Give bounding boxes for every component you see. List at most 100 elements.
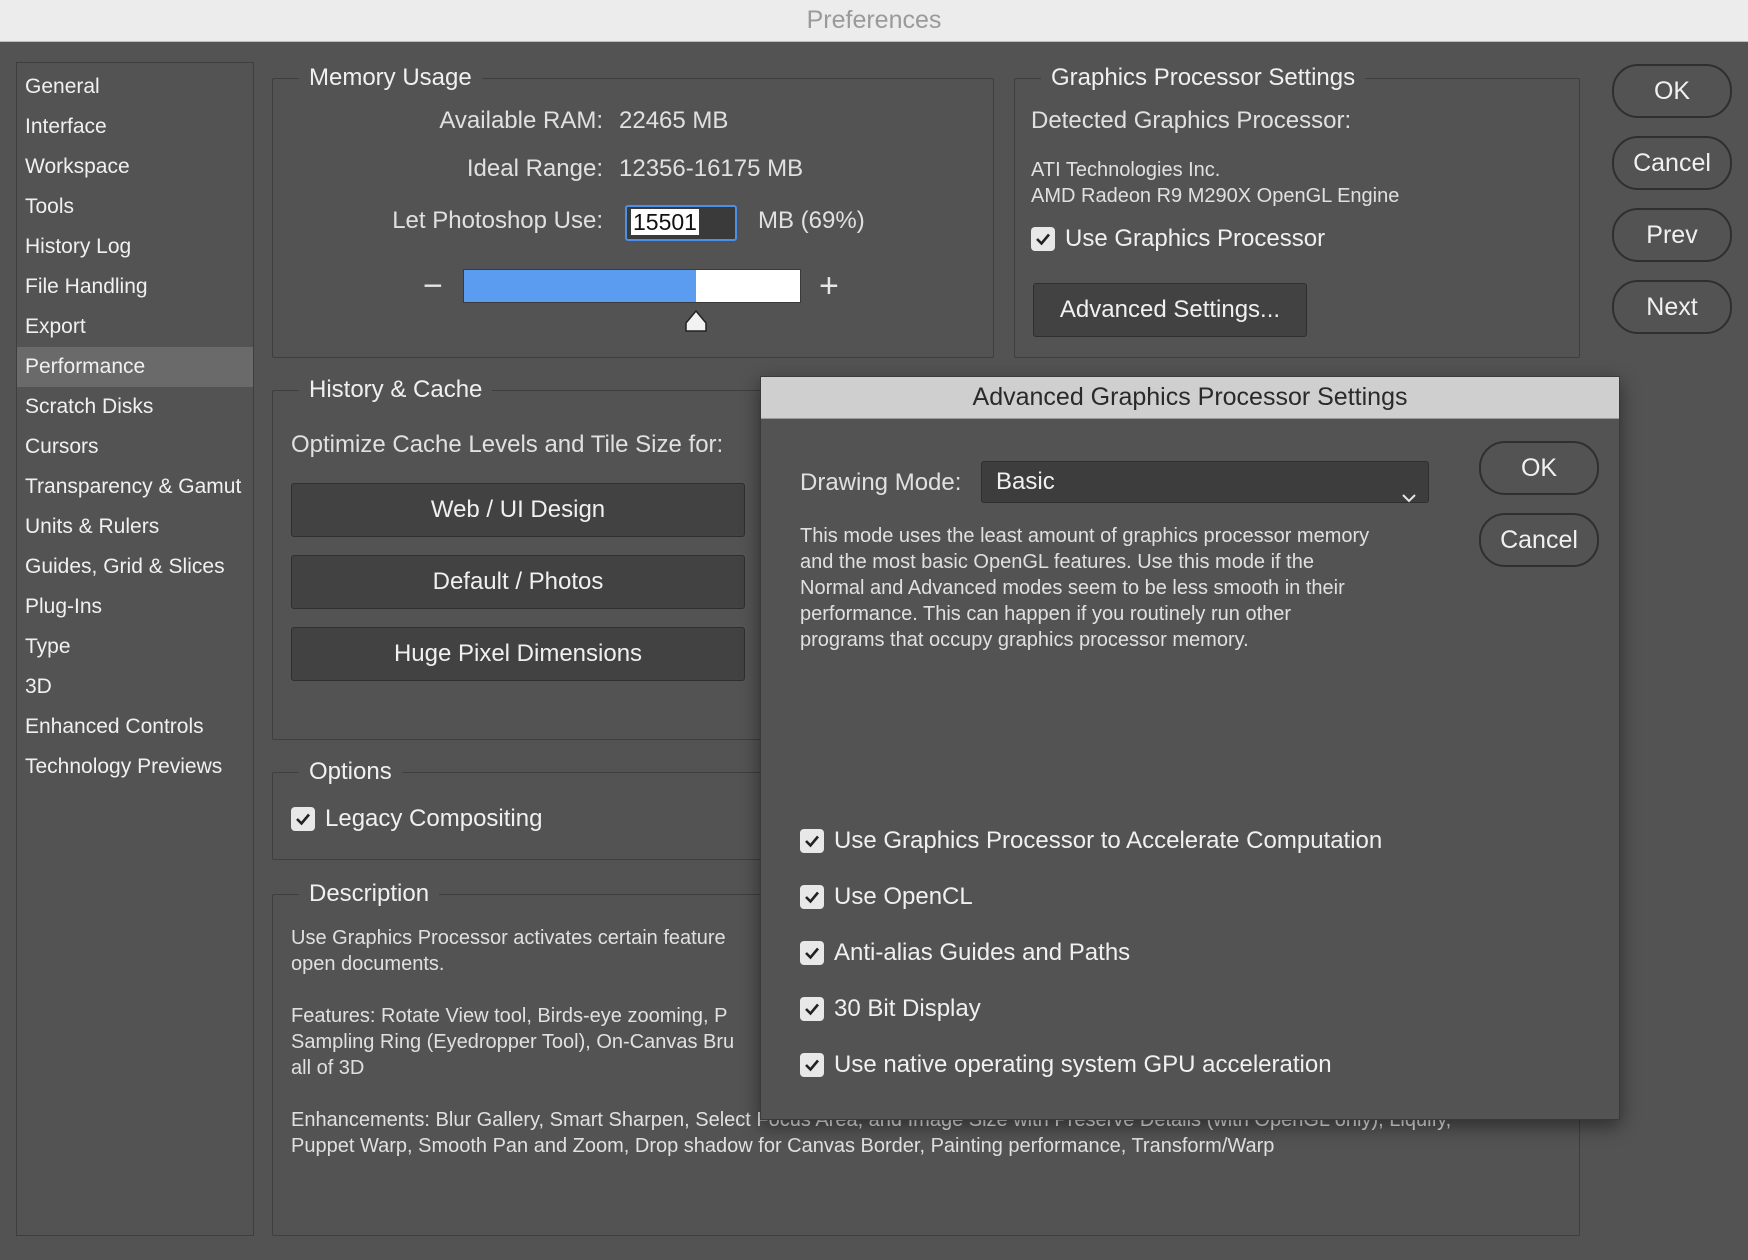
checkmark-icon [805, 1059, 819, 1072]
checkmark-icon [805, 1003, 819, 1016]
gpu-settings-title: Graphics Processor Settings [1041, 61, 1366, 95]
drawing-mode-desc-5: programs that occupy graphics processor … [800, 629, 1249, 651]
description-line-2: open documents. [291, 953, 445, 975]
huge-pixel-dimensions-button[interactable]: Huge Pixel Dimensions [291, 627, 745, 681]
sidebar-item-cursors[interactable]: Cursors [17, 427, 253, 467]
advanced-settings-button[interactable]: Advanced Settings... [1033, 283, 1307, 337]
gpu-vendor: ATI Technologies Inc. [1031, 159, 1221, 181]
dialog-title: Advanced Graphics Processor Settings [761, 377, 1619, 419]
legacy-compositing-label: Legacy Compositing [325, 805, 543, 832]
memory-slider-fill [464, 270, 696, 302]
available-ram-label: Available RAM: [439, 107, 603, 134]
sidebar-item-performance[interactable]: Performance [17, 347, 253, 387]
use-gpu-checkbox[interactable] [1031, 227, 1055, 251]
sidebar-item-technology-previews[interactable]: Technology Previews [17, 747, 253, 787]
description-line-1: Use Graphics Processor activates certain… [291, 927, 726, 949]
use-opencl-row[interactable]: Use OpenCL [800, 883, 973, 911]
sidebar-item-plug-ins[interactable]: Plug-Ins [17, 587, 253, 627]
30-bit-display-row[interactable]: 30 Bit Display [800, 995, 981, 1023]
photoshop-use-row: Let Photoshop Use: [273, 207, 603, 235]
available-ram-row: Available RAM: 22465 MB [273, 107, 728, 135]
sidebar-item-units-rulers[interactable]: Units & Rulers [17, 507, 253, 547]
sidebar-item-transparency-gamut[interactable]: Transparency & Gamut [17, 467, 253, 507]
ideal-range-value: 12356-16175 MB [619, 155, 804, 182]
decrease-memory-button[interactable]: − [423, 269, 443, 303]
native-gpu-acceleration-checkbox[interactable] [800, 1053, 824, 1077]
slider-thumb-icon [685, 309, 707, 332]
30-bit-display-label: 30 Bit Display [834, 995, 981, 1022]
cancel-button[interactable]: Cancel [1612, 136, 1732, 190]
sidebar-item-export[interactable]: Export [17, 307, 253, 347]
optimize-cache-label: Optimize Cache Levels and Tile Size for: [291, 431, 724, 458]
preferences-body: General Interface Workspace Tools Histor… [0, 42, 1748, 1260]
description-line-4: Sampling Ring (Eyedropper Tool), On-Canv… [291, 1031, 735, 1053]
gpu-model: AMD Radeon R9 M290X OpenGL Engine [1031, 185, 1400, 207]
description-title: Description [299, 877, 440, 911]
drawing-mode-desc-1: This mode uses the least amount of graph… [800, 525, 1370, 547]
sidebar-item-tools[interactable]: Tools [17, 187, 253, 227]
ok-button[interactable]: OK [1612, 64, 1732, 118]
use-opencl-checkbox[interactable] [800, 885, 824, 909]
checkmark-icon [1036, 233, 1050, 246]
sidebar-item-3d[interactable]: 3D [17, 667, 253, 707]
chevron-down-icon [1402, 476, 1416, 516]
memory-amount-input[interactable]: 15501 [625, 205, 737, 241]
next-button[interactable]: Next [1612, 280, 1732, 334]
checkmark-icon [296, 813, 310, 826]
memory-slider-track[interactable] [463, 269, 801, 303]
anti-alias-checkbox[interactable] [800, 941, 824, 965]
drawing-mode-value: Basic [996, 468, 1055, 495]
anti-alias-row[interactable]: Anti-alias Guides and Paths [800, 939, 1130, 967]
default-photos-button[interactable]: Default / Photos [291, 555, 745, 609]
use-gpu-checkbox-row[interactable]: Use Graphics Processor [1031, 225, 1325, 253]
checkmark-icon [805, 891, 819, 904]
gpu-settings-group: Graphics Processor Settings Detected Gra… [1014, 61, 1580, 358]
native-gpu-acceleration-row[interactable]: Use native operating system GPU accelera… [800, 1051, 1332, 1079]
accelerate-computation-row[interactable]: Use Graphics Processor to Accelerate Com… [800, 827, 1382, 855]
drawing-mode-desc-2: and the most basic OpenGL features. Use … [800, 551, 1314, 573]
legacy-compositing-row[interactable]: Legacy Compositing [291, 805, 542, 833]
dialog-ok-button[interactable]: OK [1479, 441, 1599, 495]
sidebar-item-general[interactable]: General [17, 67, 253, 107]
window-titlebar: Preferences [0, 0, 1748, 42]
available-ram-value: 22465 MB [619, 107, 729, 134]
drawing-mode-desc-3: Normal and Advanced modes seem to be les… [800, 577, 1345, 599]
preferences-sidebar: General Interface Workspace Tools Histor… [16, 62, 254, 1236]
memory-usage-group: Memory Usage Available RAM: 22465 MB Idea… [272, 61, 994, 358]
description-line-7: Puppet Warp, Smooth Pan and Zoom, Drop s… [291, 1135, 1275, 1157]
sidebar-item-history-log[interactable]: History Log [17, 227, 253, 267]
checkmark-icon [805, 947, 819, 960]
sidebar-item-interface[interactable]: Interface [17, 107, 253, 147]
sidebar-item-type[interactable]: Type [17, 627, 253, 667]
accelerate-computation-checkbox[interactable] [800, 829, 824, 853]
memory-amount-value: 15501 [631, 209, 699, 235]
window-title: Preferences [806, 6, 942, 34]
photoshop-use-label: Let Photoshop Use: [392, 207, 603, 234]
sidebar-item-scratch-disks[interactable]: Scratch Disks [17, 387, 253, 427]
sidebar-item-workspace[interactable]: Workspace [17, 147, 253, 187]
anti-alias-label: Anti-alias Guides and Paths [834, 939, 1131, 966]
drawing-mode-label: Drawing Mode: [800, 469, 962, 496]
dialog-cancel-button[interactable]: Cancel [1479, 513, 1599, 567]
ideal-range-label: Ideal Range: [466, 155, 603, 182]
sidebar-item-file-handling[interactable]: File Handling [17, 267, 253, 307]
native-gpu-acceleration-label: Use native operating system GPU accelera… [834, 1051, 1332, 1078]
history-cache-title: History & Cache [299, 373, 493, 407]
advanced-gpu-settings-dialog: Advanced Graphics Processor Settings Dra… [760, 376, 1620, 1120]
30-bit-display-checkbox[interactable] [800, 997, 824, 1021]
description-line-3: Features: Rotate View tool, Birds-eye zo… [291, 1005, 728, 1027]
prev-button[interactable]: Prev [1612, 208, 1732, 262]
options-title: Options [299, 755, 402, 789]
use-gpu-label: Use Graphics Processor [1065, 225, 1326, 252]
checkmark-icon [805, 835, 819, 848]
web-ui-design-button[interactable]: Web / UI Design [291, 483, 745, 537]
sidebar-item-enhanced-controls[interactable]: Enhanced Controls [17, 707, 253, 747]
use-opencl-label: Use OpenCL [834, 883, 973, 910]
drawing-mode-select[interactable]: Basic [981, 461, 1429, 503]
detected-gpu-label: Detected Graphics Processor: [1031, 107, 1352, 134]
legacy-compositing-checkbox[interactable] [291, 807, 315, 831]
sidebar-item-guides-grid-slices[interactable]: Guides, Grid & Slices [17, 547, 253, 587]
drawing-mode-desc-4: performance. This can happen if you rout… [800, 603, 1292, 625]
increase-memory-button[interactable]: + [819, 269, 839, 303]
accelerate-computation-label: Use Graphics Processor to Accelerate Com… [834, 827, 1383, 854]
